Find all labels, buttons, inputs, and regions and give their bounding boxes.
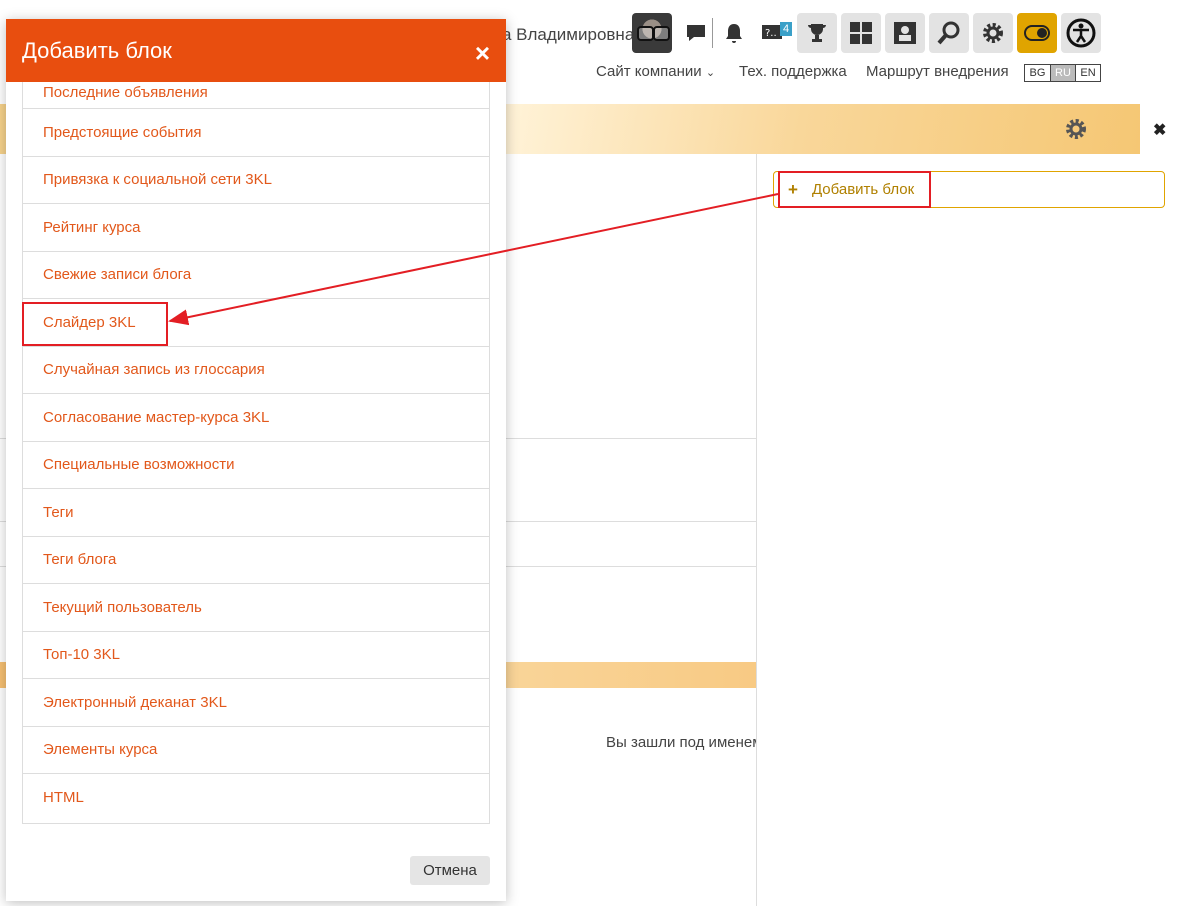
list-item-label: Теги блога: [43, 551, 117, 569]
list-item[interactable]: Случайная запись из глоссария: [23, 347, 489, 394]
list-item-label: Теги: [43, 503, 74, 521]
list-item[interactable]: Предстоящие события: [23, 109, 489, 157]
list-item[interactable]: HTML: [23, 774, 489, 822]
list-item-label: Элементы курса: [43, 741, 158, 759]
list-item[interactable]: Последние объявления: [23, 82, 489, 109]
list-item-label: Согласование мастер-курса 3KL: [43, 408, 270, 426]
list-item[interactable]: Согласование мастер-курса 3KL: [23, 394, 489, 442]
list-item[interactable]: Электронный деканат 3KL: [23, 679, 489, 727]
close-icon[interactable]: ×: [475, 40, 490, 66]
cancel-button[interactable]: Отмена: [410, 856, 490, 885]
list-item[interactable]: Теги блога: [23, 537, 489, 584]
list-item-label: Топ-10 3KL: [43, 646, 120, 664]
list-item-label: Специальные возможности: [43, 456, 235, 474]
list-item[interactable]: Топ-10 3KL: [23, 632, 489, 679]
add-block-dialog: Добавить блок × Последние объявления Пре…: [6, 19, 506, 901]
list-item[interactable]: Специальные возможности: [23, 442, 489, 489]
list-item[interactable]: Привязка к социальной сети 3KL: [23, 157, 489, 204]
annotation-highlight-box: [22, 302, 168, 346]
list-item-label: Привязка к социальной сети 3KL: [43, 171, 272, 189]
list-item[interactable]: Свежие записи блога: [23, 252, 489, 299]
list-item[interactable]: Текущий пользователь: [23, 584, 489, 632]
list-item-label: Электронный деканат 3KL: [43, 693, 227, 711]
block-list[interactable]: Последние объявления Предстоящие события…: [22, 82, 490, 824]
list-item-label: Случайная запись из глоссария: [43, 361, 265, 379]
list-item-label: Свежие записи блога: [43, 266, 192, 284]
list-item[interactable]: Рейтинг курса: [23, 204, 489, 252]
list-item-label: Рейтинг курса: [43, 218, 141, 236]
list-item-label: Последние объявления: [43, 84, 208, 101]
dialog-header: Добавить блок ×: [6, 19, 506, 82]
list-item[interactable]: Теги: [23, 489, 489, 537]
list-item-label: Предстоящие события: [43, 123, 202, 141]
list-item-label: Текущий пользователь: [43, 598, 202, 616]
list-item[interactable]: Элементы курса: [23, 727, 489, 774]
dialog-title: Добавить блок: [22, 37, 172, 63]
list-item-label: HTML: [43, 789, 84, 807]
